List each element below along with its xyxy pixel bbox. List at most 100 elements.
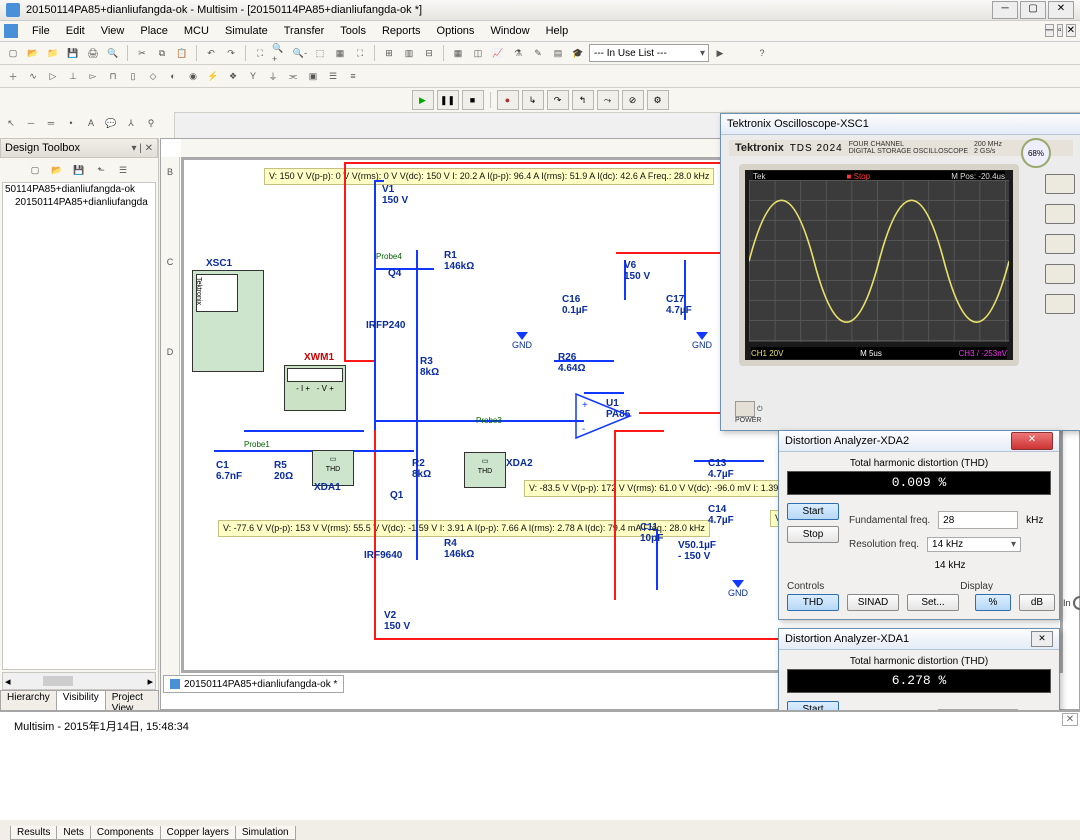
print-icon[interactable]: 🖨 xyxy=(84,44,102,62)
menu-transfer[interactable]: Transfer xyxy=(276,25,333,37)
run-button[interactable]: ▶ xyxy=(412,90,434,110)
power-button[interactable] xyxy=(735,401,755,417)
net-icon[interactable]: ⅄ xyxy=(122,114,140,132)
zoom-sheet-icon[interactable]: ▦ xyxy=(331,44,349,62)
distortion-analyzer-xda2[interactable]: Distortion Analyzer-XDA2 ✕ Total harmoni… xyxy=(778,430,1060,620)
tool-a-icon[interactable]: ⊞ xyxy=(380,44,398,62)
place-cmos-icon[interactable]: ▯ xyxy=(124,67,142,85)
junction-icon[interactable]: • xyxy=(62,114,80,132)
scope-softkey[interactable] xyxy=(1045,264,1075,284)
xda2-pct-button[interactable]: % xyxy=(975,594,1011,611)
oscilloscope-window[interactable]: Tektronix Oscilloscope-XSC1 Tektronix TD… xyxy=(720,113,1080,431)
tab-simulation[interactable]: Simulation xyxy=(235,826,296,840)
input-jack-icon[interactable] xyxy=(1073,596,1080,610)
redo-icon[interactable]: ↷ xyxy=(222,44,240,62)
undo-icon[interactable]: ↶ xyxy=(202,44,220,62)
place-mixed-icon[interactable]: ◐ xyxy=(164,67,182,85)
menu-reports[interactable]: Reports xyxy=(374,25,429,37)
instrument-oscilloscope[interactable]: Tektronix xyxy=(192,270,264,372)
sim-settings-icon[interactable]: ⚙ xyxy=(647,90,669,110)
place-bus-icon[interactable]: ≡ xyxy=(344,67,362,85)
maximize-button[interactable]: ▢ xyxy=(1020,1,1046,19)
xda2-start-button[interactable]: Start xyxy=(787,503,839,520)
record-button[interactable]: ● xyxy=(497,90,519,110)
xda2-ff-input[interactable]: 28 xyxy=(938,511,1018,529)
instrument-xda1[interactable]: ▭THD xyxy=(312,450,354,486)
place-ttl-icon[interactable]: ⊓ xyxy=(104,67,122,85)
log-close-button[interactable]: ✕ xyxy=(1062,713,1078,726)
minimize-button[interactable]: ─ xyxy=(992,1,1018,19)
zoom-area-icon[interactable]: ⬚ xyxy=(311,44,329,62)
zoom-fit-icon[interactable]: ⛶ xyxy=(251,44,269,62)
copy-icon[interactable]: ⧉ xyxy=(153,44,171,62)
tool-c-icon[interactable]: ⊟ xyxy=(420,44,438,62)
menu-file[interactable]: File xyxy=(24,25,58,37)
oscilloscope-screen[interactable]: Tek ■ Stop M Pos: -20.4us CH1 20V M 5us … xyxy=(739,164,1019,366)
menu-window[interactable]: Window xyxy=(482,25,537,37)
place-elec-icon[interactable]: ⏚ xyxy=(264,67,282,85)
tab-nets[interactable]: Nets xyxy=(56,826,91,840)
tab-components[interactable]: Components xyxy=(90,826,161,840)
place-indicator-icon[interactable]: ◉ xyxy=(184,67,202,85)
menu-mcu[interactable]: MCU xyxy=(176,25,217,37)
scope-softkey[interactable] xyxy=(1045,204,1075,224)
cursor-icon[interactable]: ↖ xyxy=(2,114,20,132)
place-power-icon[interactable]: ⚡ xyxy=(204,67,222,85)
tab-visibility[interactable]: Visibility xyxy=(56,690,106,710)
probe-icon[interactable]: ✎ xyxy=(529,44,547,62)
menu-place[interactable]: Place xyxy=(132,25,176,37)
help-icon[interactable]: ? xyxy=(753,44,771,62)
place-mcu-icon[interactable]: ▣ xyxy=(304,67,322,85)
tab-results[interactable]: Results xyxy=(10,826,57,840)
bus-icon[interactable]: ═ xyxy=(42,114,60,132)
place-source-icon[interactable]: ＋ xyxy=(4,67,22,85)
step-out-icon[interactable]: ↰ xyxy=(572,90,594,110)
place-misc-icon[interactable]: ◇ xyxy=(144,67,162,85)
place-misc2-icon[interactable]: ❖ xyxy=(224,67,242,85)
place-analog-icon[interactable]: ▻ xyxy=(84,67,102,85)
zoom-out-icon[interactable]: 🔍- xyxy=(291,44,309,62)
step-over-icon[interactable]: ↷ xyxy=(547,90,569,110)
design-tree[interactable]: 50114PA85+dianliufangda-ok 20150114PA85+… xyxy=(2,182,156,670)
place-diode-icon[interactable]: ▷ xyxy=(44,67,62,85)
tool-b-icon[interactable]: ▥ xyxy=(400,44,418,62)
xda2-rf-combo[interactable]: 14 kHz xyxy=(927,537,1021,552)
place-rf-icon[interactable]: Y xyxy=(244,67,262,85)
breadboard-icon[interactable]: ▤ xyxy=(549,44,567,62)
graph-icon[interactable]: 📈 xyxy=(489,44,507,62)
dt-new-icon[interactable]: ▢ xyxy=(26,161,44,179)
place-conn-icon[interactable]: ⫘ xyxy=(284,67,302,85)
oscilloscope-title[interactable]: Tektronix Oscilloscope-XSC1 xyxy=(721,114,1080,135)
xda1-close-button[interactable]: ✕ xyxy=(1031,631,1053,647)
opamp-symbol[interactable]: + - xyxy=(574,392,634,440)
trail-icon[interactable]: ⤳ xyxy=(597,90,619,110)
dt-open-icon[interactable]: 📂 xyxy=(48,161,66,179)
canvas-tab[interactable]: 20150114PA85+dianliufangda-ok * xyxy=(163,675,344,693)
tree-item[interactable]: 50114PA85+dianliufangda-ok xyxy=(3,183,155,196)
xda2-stop-button[interactable]: Stop xyxy=(787,526,839,543)
place-basic-icon[interactable]: ∿ xyxy=(24,67,42,85)
probe2-icon[interactable]: ⚲ xyxy=(142,114,160,132)
zoom-in-icon[interactable]: 🔍+ xyxy=(271,44,289,62)
save-icon[interactable]: 💾 xyxy=(64,44,82,62)
analyze-icon[interactable]: ⚗ xyxy=(509,44,527,62)
xda2-thd-button[interactable]: THD xyxy=(787,594,839,611)
step-into-icon[interactable]: ↳ xyxy=(522,90,544,110)
tab-copper-layers[interactable]: Copper layers xyxy=(160,826,236,840)
place-transistor-icon[interactable]: ⊥ xyxy=(64,67,82,85)
tab-project-view[interactable]: Project View xyxy=(105,690,159,710)
mdi-close[interactable]: ✕ xyxy=(1066,24,1076,37)
scope-softkey[interactable] xyxy=(1045,294,1075,314)
preview-icon[interactable]: 🔍 xyxy=(104,44,122,62)
dt-up-icon[interactable]: ⬑ xyxy=(92,161,110,179)
scope-softkey[interactable] xyxy=(1045,234,1075,254)
close-button[interactable]: ✕ xyxy=(1048,1,1074,19)
panel-dock-icon[interactable]: ▾ | ✕ xyxy=(131,143,153,154)
pause-button[interactable]: ❚❚ xyxy=(437,90,459,110)
stop-button[interactable]: ■ xyxy=(462,90,484,110)
menu-view[interactable]: View xyxy=(93,25,133,37)
xda2-close-button[interactable]: ✕ xyxy=(1011,432,1053,450)
instrument-wattmeter[interactable]: - I + - V + xyxy=(284,365,346,411)
text-icon[interactable]: A xyxy=(82,114,100,132)
xda2-db-button[interactable]: dB xyxy=(1019,594,1055,611)
